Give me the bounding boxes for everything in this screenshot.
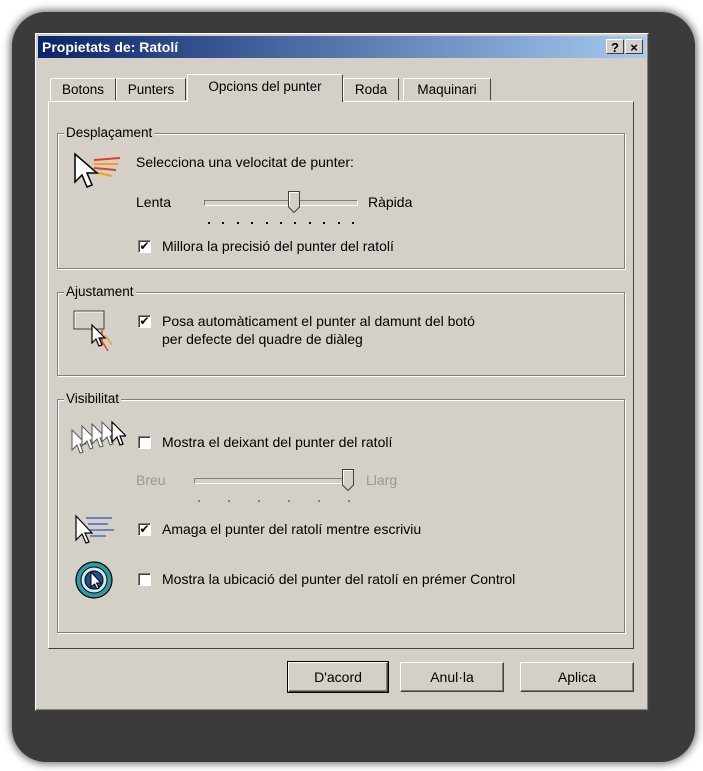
hide-while-typing-checkbox[interactable]: ✔ <box>138 523 151 536</box>
slider-tick <box>348 500 350 502</box>
trails-checkbox[interactable] <box>138 436 151 449</box>
tab-roda[interactable]: Roda <box>343 78 399 100</box>
slider-tick <box>198 500 200 502</box>
speed-slider-track[interactable] <box>204 200 358 206</box>
slider-tick <box>236 222 239 224</box>
motion-group-title: Desplaçament <box>64 125 155 140</box>
snap-checkbox[interactable]: ✔ <box>138 315 151 328</box>
precision-label[interactable]: Millora la precisió del punter del ratol… <box>162 238 394 254</box>
tab-opcions-del-punter[interactable]: Opcions del punter <box>187 74 343 102</box>
speed-slider-ticks <box>208 222 354 224</box>
pointer-speed-icon <box>74 152 121 188</box>
motion-group: Desplaçament Selecciona una velocitat de… <box>57 125 625 269</box>
slider-tick <box>318 500 320 502</box>
visibility-group-title: Visibilitat <box>64 391 122 406</box>
close-button[interactable]: × <box>625 39 643 55</box>
pointer-trails-icon <box>71 420 126 454</box>
slider-tick <box>208 222 210 224</box>
tab-punters[interactable]: Punters <box>116 78 186 100</box>
slider-tick <box>228 500 230 502</box>
slider-tick <box>308 222 311 224</box>
ok-button[interactable]: D'acord <box>287 661 389 693</box>
slider-tick <box>337 222 340 224</box>
snap-label-line1[interactable]: Posa automàticament el punter al damunt … <box>162 313 475 329</box>
visibility-group: Visibilitat Mostra el deixant del punter… <box>57 391 625 633</box>
slider-tick <box>280 222 282 224</box>
snap-label-line2[interactable]: per defecte del quadre de diàleg <box>162 331 363 347</box>
trails-slider-thumb[interactable] <box>342 469 354 491</box>
hide-while-typing-icon <box>75 514 114 544</box>
trails-long-label: Llarg <box>366 472 398 488</box>
slider-tick <box>251 222 254 224</box>
show-location-label[interactable]: Mostra la ubicació del punter del ratolí… <box>162 571 515 587</box>
slider-tick <box>288 500 290 502</box>
snap-to-default-icon <box>73 310 113 352</box>
speed-slow-label: Lenta <box>136 194 172 210</box>
slider-tick <box>352 222 354 224</box>
title-bar[interactable]: Propietats de: Ratolí ? × <box>38 36 646 58</box>
apply-button[interactable]: Aplica <box>520 662 634 692</box>
trails-short-label: Breu <box>136 472 166 488</box>
help-button[interactable]: ? <box>606 39 624 55</box>
slider-tick <box>265 222 268 224</box>
show-location-checkbox[interactable] <box>138 573 151 586</box>
trails-label[interactable]: Mostra el deixant del punter del ratolí <box>162 434 392 450</box>
precision-checkbox[interactable]: ✔ <box>138 240 151 253</box>
trails-slider-track[interactable] <box>194 478 354 484</box>
mouse-properties-dialog: Propietats de: Ratolí ? × Botons Punters… <box>35 33 649 711</box>
slider-tick <box>222 222 225 224</box>
hide-while-typing-label[interactable]: Amaga el punter del ratolí mentre escriv… <box>162 521 421 537</box>
slider-tick <box>323 222 326 224</box>
snap-to-group: Ajustament ✔ Posa automàticament el punt… <box>57 284 625 376</box>
snap-group-title: Ajustament <box>64 284 136 299</box>
slider-tick <box>294 222 297 224</box>
slider-tick <box>258 500 260 502</box>
tab-maquinari[interactable]: Maquinari <box>403 78 491 100</box>
tab-botons[interactable]: Botons <box>50 78 116 100</box>
window-title: Propietats de: Ratolí <box>42 39 179 55</box>
cancel-button[interactable]: Anul·la <box>400 662 504 692</box>
speed-slider-thumb[interactable] <box>288 191 301 213</box>
speed-fast-label: Ràpida <box>368 194 413 210</box>
speed-prompt: Selecciona una velocitat de punter: <box>136 154 354 170</box>
show-location-ctrl-icon <box>75 561 113 599</box>
trails-slider-ticks <box>198 500 350 502</box>
tab-panel: Desplaçament Selecciona una velocitat de… <box>48 101 634 649</box>
